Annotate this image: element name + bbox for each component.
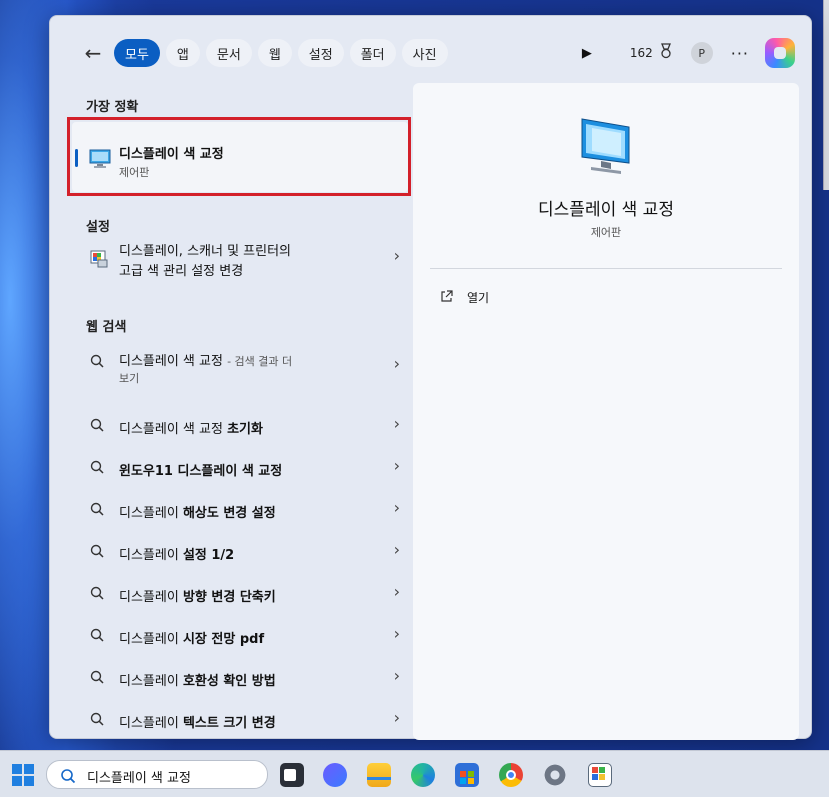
tab-web[interactable]: 웹 bbox=[257, 39, 292, 67]
web-result-item[interactable]: 디스플레이 시장 전망 pdf › bbox=[72, 614, 408, 656]
tab-settings[interactable]: 설정 bbox=[297, 39, 344, 67]
settings-result-item[interactable]: 디스플레이, 스캐너 및 프린터의 고급 색 관리 설정 변경 › bbox=[72, 232, 408, 282]
web-result-item[interactable]: 디스플레이 색 교정 초기화 › bbox=[72, 404, 408, 446]
web-result-bold: 시장 전망 pdf bbox=[182, 632, 265, 647]
web-result-hint-line2: 보기 bbox=[119, 372, 140, 385]
back-button[interactable]: ← bbox=[78, 38, 108, 68]
settings-gear-icon[interactable] bbox=[543, 763, 567, 787]
search-icon bbox=[90, 417, 104, 436]
search-icon bbox=[90, 501, 104, 520]
best-match-subtitle: 제어판 bbox=[119, 166, 150, 179]
chevron-right-icon: › bbox=[393, 498, 400, 517]
web-result-hint: - 검색 결과 더 bbox=[227, 355, 293, 368]
tab-all[interactable]: 모두 bbox=[114, 39, 160, 67]
copilot-icon[interactable] bbox=[765, 38, 795, 68]
search-icon bbox=[90, 353, 104, 372]
search-query: 디스플레이 색 교정 bbox=[87, 771, 191, 786]
settings-result-line1: 디스플레이, 스캐너 및 프린터의 bbox=[119, 244, 292, 259]
filter-bar: ← 모두 앱 문서 웹 설정 폴더 사진 ▶ 162 P ··· bbox=[78, 38, 795, 68]
web-result-bold: 설정 1/2 bbox=[182, 548, 235, 563]
play-icon[interactable]: ▶ bbox=[582, 46, 592, 61]
avatar[interactable]: P bbox=[690, 42, 713, 64]
chevron-right-icon: › bbox=[393, 582, 400, 601]
web-result-bold: 방향 변경 단축키 bbox=[182, 590, 276, 605]
chevron-right-icon: › bbox=[393, 624, 400, 643]
search-icon bbox=[90, 711, 104, 730]
open-external-icon bbox=[440, 288, 453, 307]
web-result-bold: 해상도 변경 설정 bbox=[182, 506, 276, 521]
monitor-icon bbox=[579, 117, 633, 179]
task-view-icon[interactable] bbox=[280, 763, 304, 787]
file-explorer-icon[interactable] bbox=[367, 763, 391, 787]
search-icon bbox=[60, 768, 76, 788]
windows-start-icon[interactable] bbox=[12, 764, 34, 786]
rewards-medal-icon[interactable] bbox=[659, 43, 673, 63]
web-result-bold: 윈도우11 디스플레이 색 교정 bbox=[119, 464, 283, 479]
web-result-item[interactable]: 디스플레이 해상도 변경 설정 › bbox=[72, 488, 408, 530]
chevron-right-icon: › bbox=[393, 246, 400, 265]
chrome-browser-icon[interactable] bbox=[499, 763, 523, 787]
color-management-icon[interactable] bbox=[588, 763, 612, 787]
web-result-text: 디스플레이 bbox=[119, 674, 183, 689]
web-result-text: 디스플레이 bbox=[119, 590, 183, 605]
best-match-item[interactable]: 디스플레이 색 교정 제어판 bbox=[72, 122, 408, 192]
web-result-item[interactable]: 윈도우11 디스플레이 색 교정 › bbox=[72, 446, 408, 488]
color-management-icon bbox=[89, 249, 109, 273]
preview-subtitle: 제어판 bbox=[590, 226, 622, 239]
microsoft-store-icon[interactable] bbox=[455, 763, 479, 787]
preview-pane: 디스플레이 색 교정 제어판 열기 bbox=[413, 83, 799, 740]
tab-photos[interactable]: 사진 bbox=[401, 39, 448, 67]
web-result-text: 디스플레이 bbox=[119, 548, 183, 563]
open-label: 열기 bbox=[467, 291, 490, 305]
taskbar-search-input[interactable]: 디스플레이 색 교정 bbox=[46, 760, 268, 789]
edge-browser-icon[interactable] bbox=[411, 763, 435, 787]
background-window-edge bbox=[823, 0, 829, 190]
web-result-text: 디스플레이 bbox=[119, 632, 183, 647]
search-panel: ← 모두 앱 문서 웹 설정 폴더 사진 ▶ 162 P ··· 가장 정확 디… bbox=[49, 15, 812, 740]
web-result-item[interactable]: 디스플레이 호환성 확인 방법 › bbox=[72, 656, 408, 698]
selection-indicator bbox=[75, 149, 78, 167]
chevron-right-icon: › bbox=[393, 456, 400, 475]
web-result-bold: 텍스트 크기 변경 bbox=[182, 716, 276, 731]
tab-documents[interactable]: 문서 bbox=[205, 39, 252, 67]
taskbar: 디스플레이 색 교정 bbox=[0, 750, 829, 797]
web-result-item[interactable]: 디스플레이 방향 변경 단축키 › bbox=[72, 572, 408, 614]
teams-meet-icon[interactable] bbox=[323, 763, 347, 787]
web-result-item[interactable]: 디스플레이 설정 1/2 › bbox=[72, 530, 408, 572]
search-icon bbox=[90, 459, 104, 478]
web-result-item[interactable]: 디스플레이 텍스트 크기 변경 › bbox=[72, 698, 408, 740]
section-web-search: 웹 검색 bbox=[86, 320, 127, 335]
web-result-text: 디스플레이 색 교정 bbox=[119, 422, 228, 437]
tab-folders[interactable]: 폴더 bbox=[349, 39, 396, 67]
rewards-points[interactable]: 162 bbox=[630, 46, 653, 60]
chevron-right-icon: › bbox=[393, 708, 400, 727]
best-match-title: 디스플레이 색 교정 bbox=[119, 147, 224, 162]
web-result-bold: 호환성 확인 방법 bbox=[182, 674, 276, 689]
search-icon bbox=[90, 543, 104, 562]
chevron-right-icon: › bbox=[393, 666, 400, 685]
web-result-text: 디스플레이 bbox=[119, 506, 183, 521]
preview-divider bbox=[430, 268, 782, 269]
search-icon bbox=[90, 627, 104, 646]
web-result-item[interactable]: 디스플레이 색 교정 - 검색 결과 더 보기 › bbox=[72, 340, 408, 392]
chevron-right-icon: › bbox=[393, 540, 400, 559]
web-result-text: 디스플레이 bbox=[119, 716, 183, 731]
search-icon bbox=[90, 585, 104, 604]
section-best-match: 가장 정확 bbox=[86, 100, 139, 115]
search-icon bbox=[90, 669, 104, 688]
more-options-button[interactable]: ··· bbox=[731, 44, 749, 63]
monitor-icon bbox=[89, 149, 111, 173]
tab-apps[interactable]: 앱 bbox=[165, 39, 200, 67]
web-result-bold: 초기화 bbox=[227, 422, 263, 437]
chevron-right-icon: › bbox=[393, 414, 400, 433]
settings-result-line2: 고급 색 관리 설정 변경 bbox=[119, 264, 244, 279]
web-result-text: 디스플레이 색 교정 bbox=[119, 354, 223, 369]
preview-title: 디스플레이 색 교정 bbox=[538, 200, 674, 220]
chevron-right-icon: › bbox=[393, 354, 400, 373]
open-action[interactable]: 열기 bbox=[440, 288, 489, 307]
